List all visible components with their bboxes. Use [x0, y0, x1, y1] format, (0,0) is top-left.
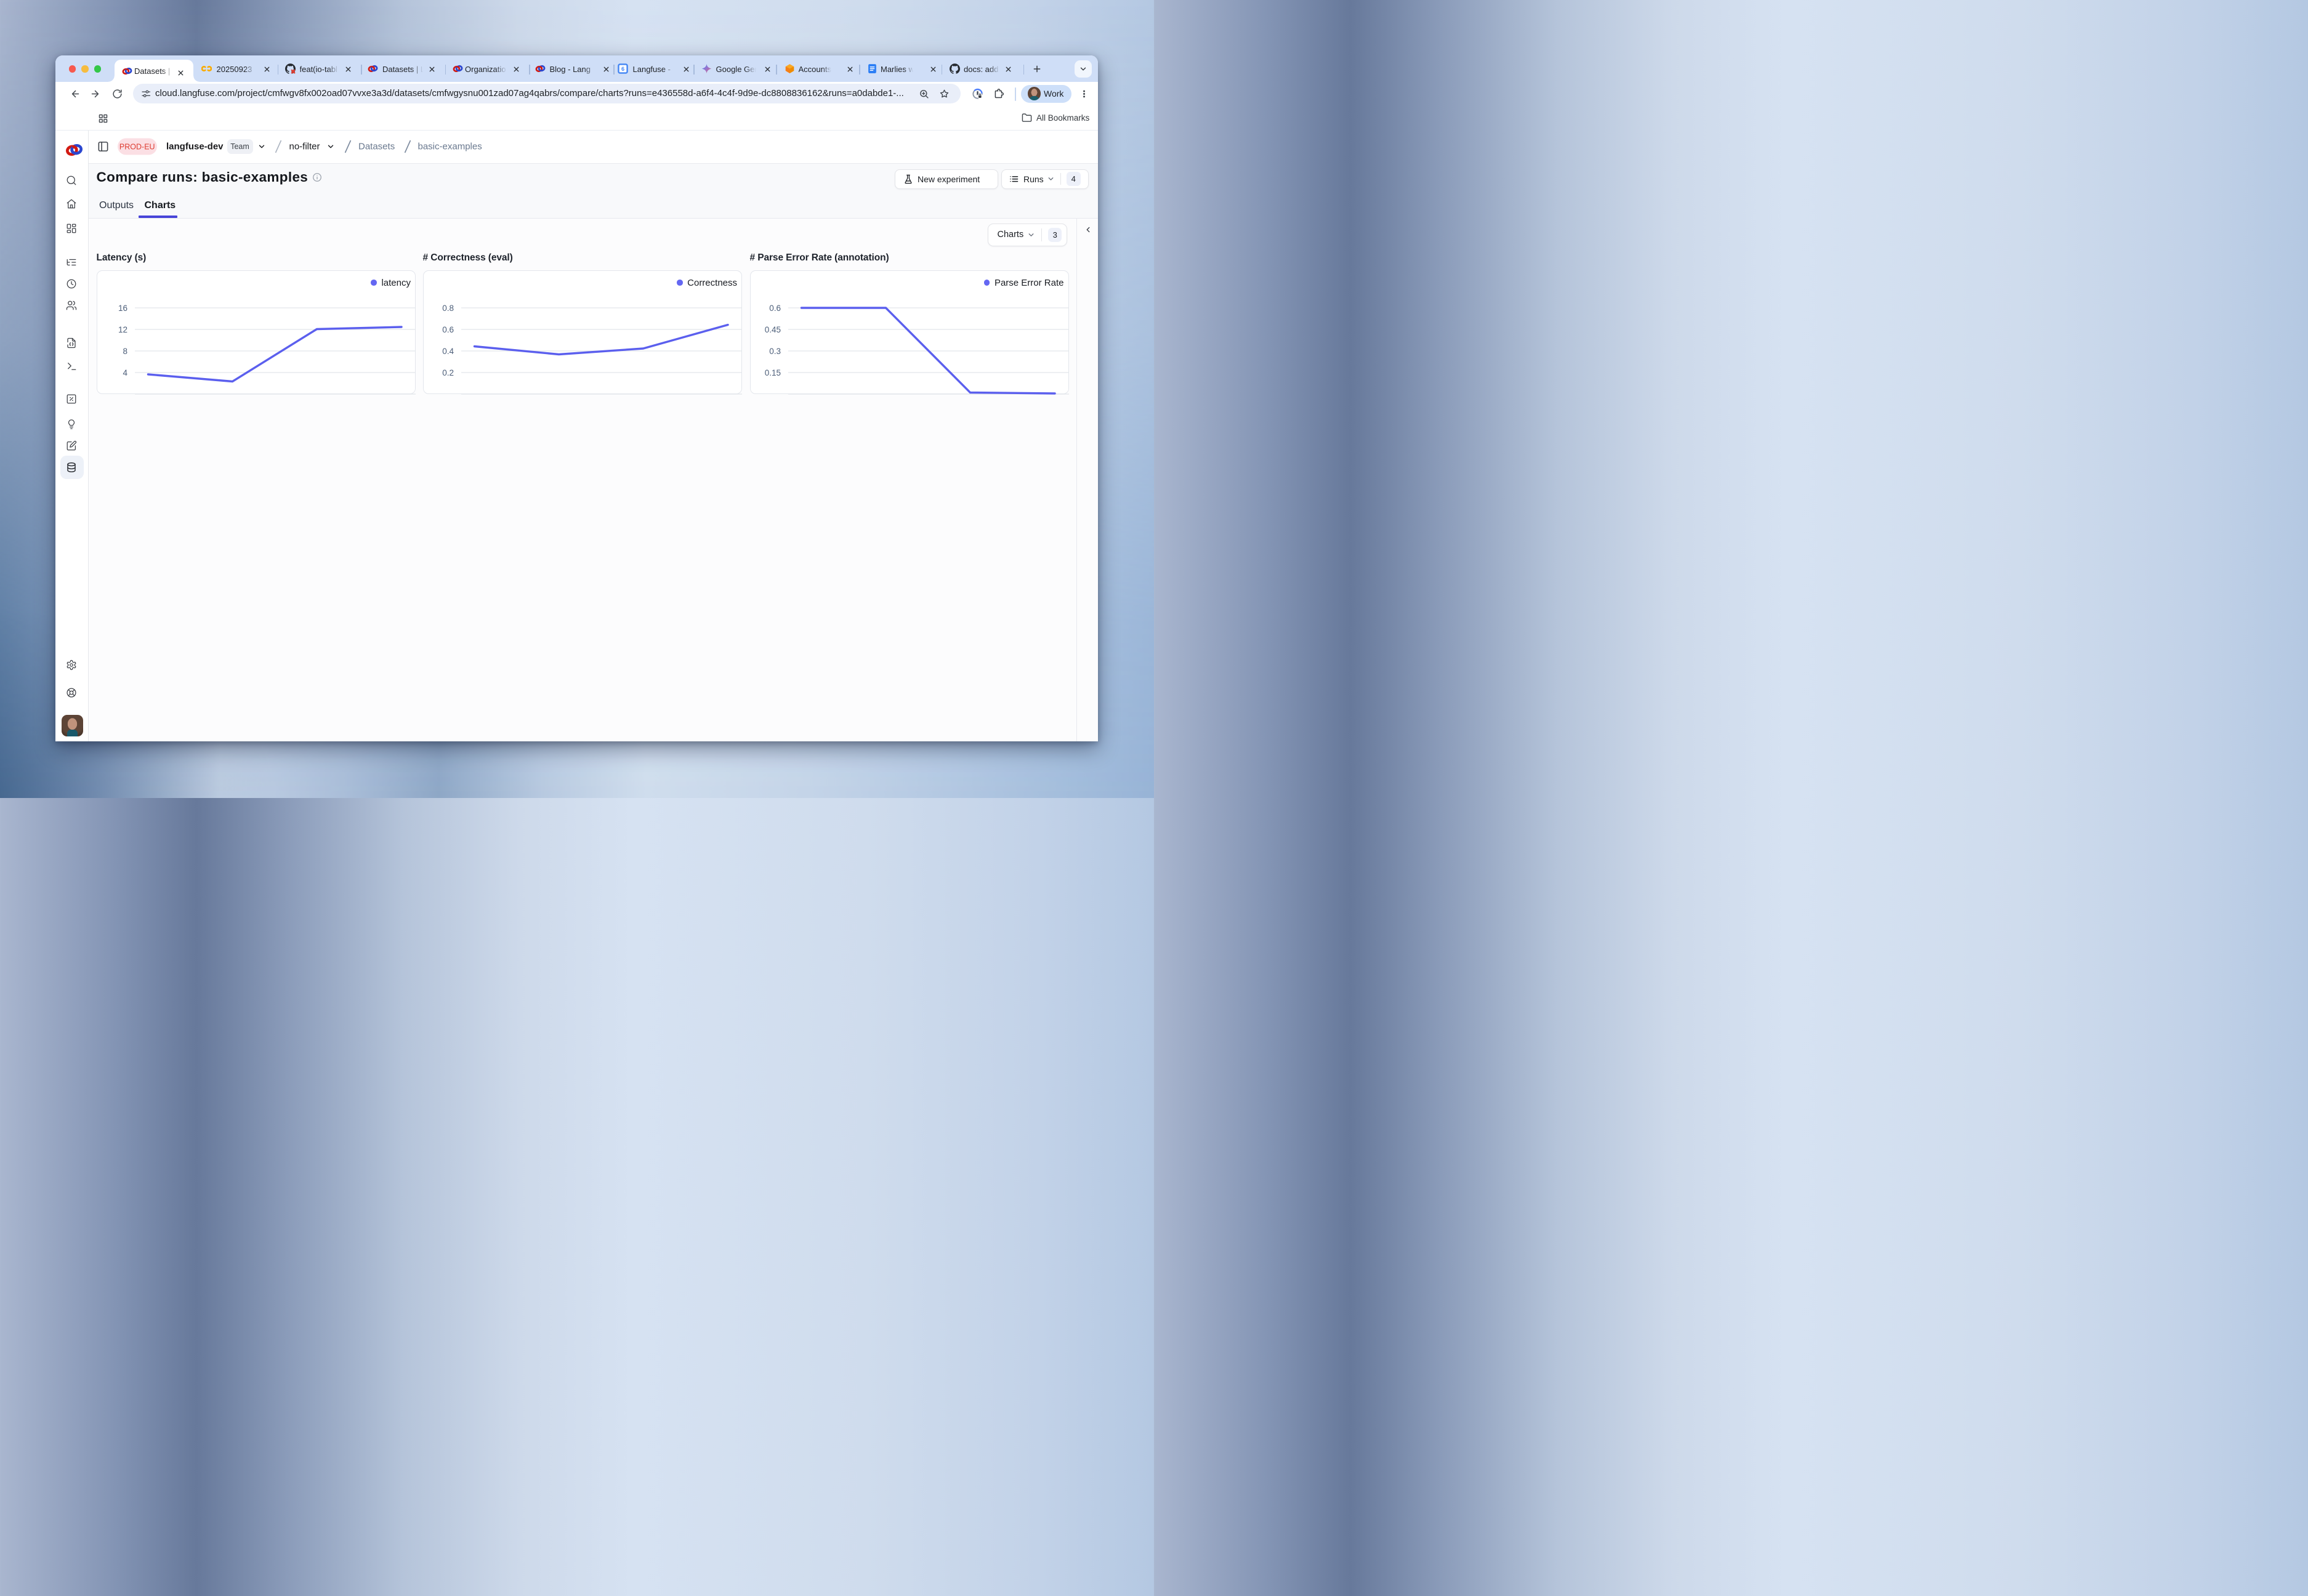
- svg-text:0.6: 0.6: [442, 324, 454, 334]
- svg-text:0.6: 0.6: [769, 303, 781, 312]
- svg-text:16: 16: [118, 303, 127, 312]
- svg-text:4: 4: [123, 368, 127, 377]
- svg-text:0.2: 0.2: [442, 368, 454, 377]
- svg-text:12: 12: [118, 324, 127, 334]
- svg-text:0.45: 0.45: [764, 324, 780, 334]
- svg-text:8: 8: [123, 346, 127, 355]
- svg-text:0.15: 0.15: [764, 368, 780, 377]
- svg-text:0.3: 0.3: [769, 346, 781, 355]
- svg-text:0.8: 0.8: [442, 303, 454, 312]
- svg-text:6: 6: [621, 66, 624, 72]
- svg-text:0.4: 0.4: [442, 346, 454, 355]
